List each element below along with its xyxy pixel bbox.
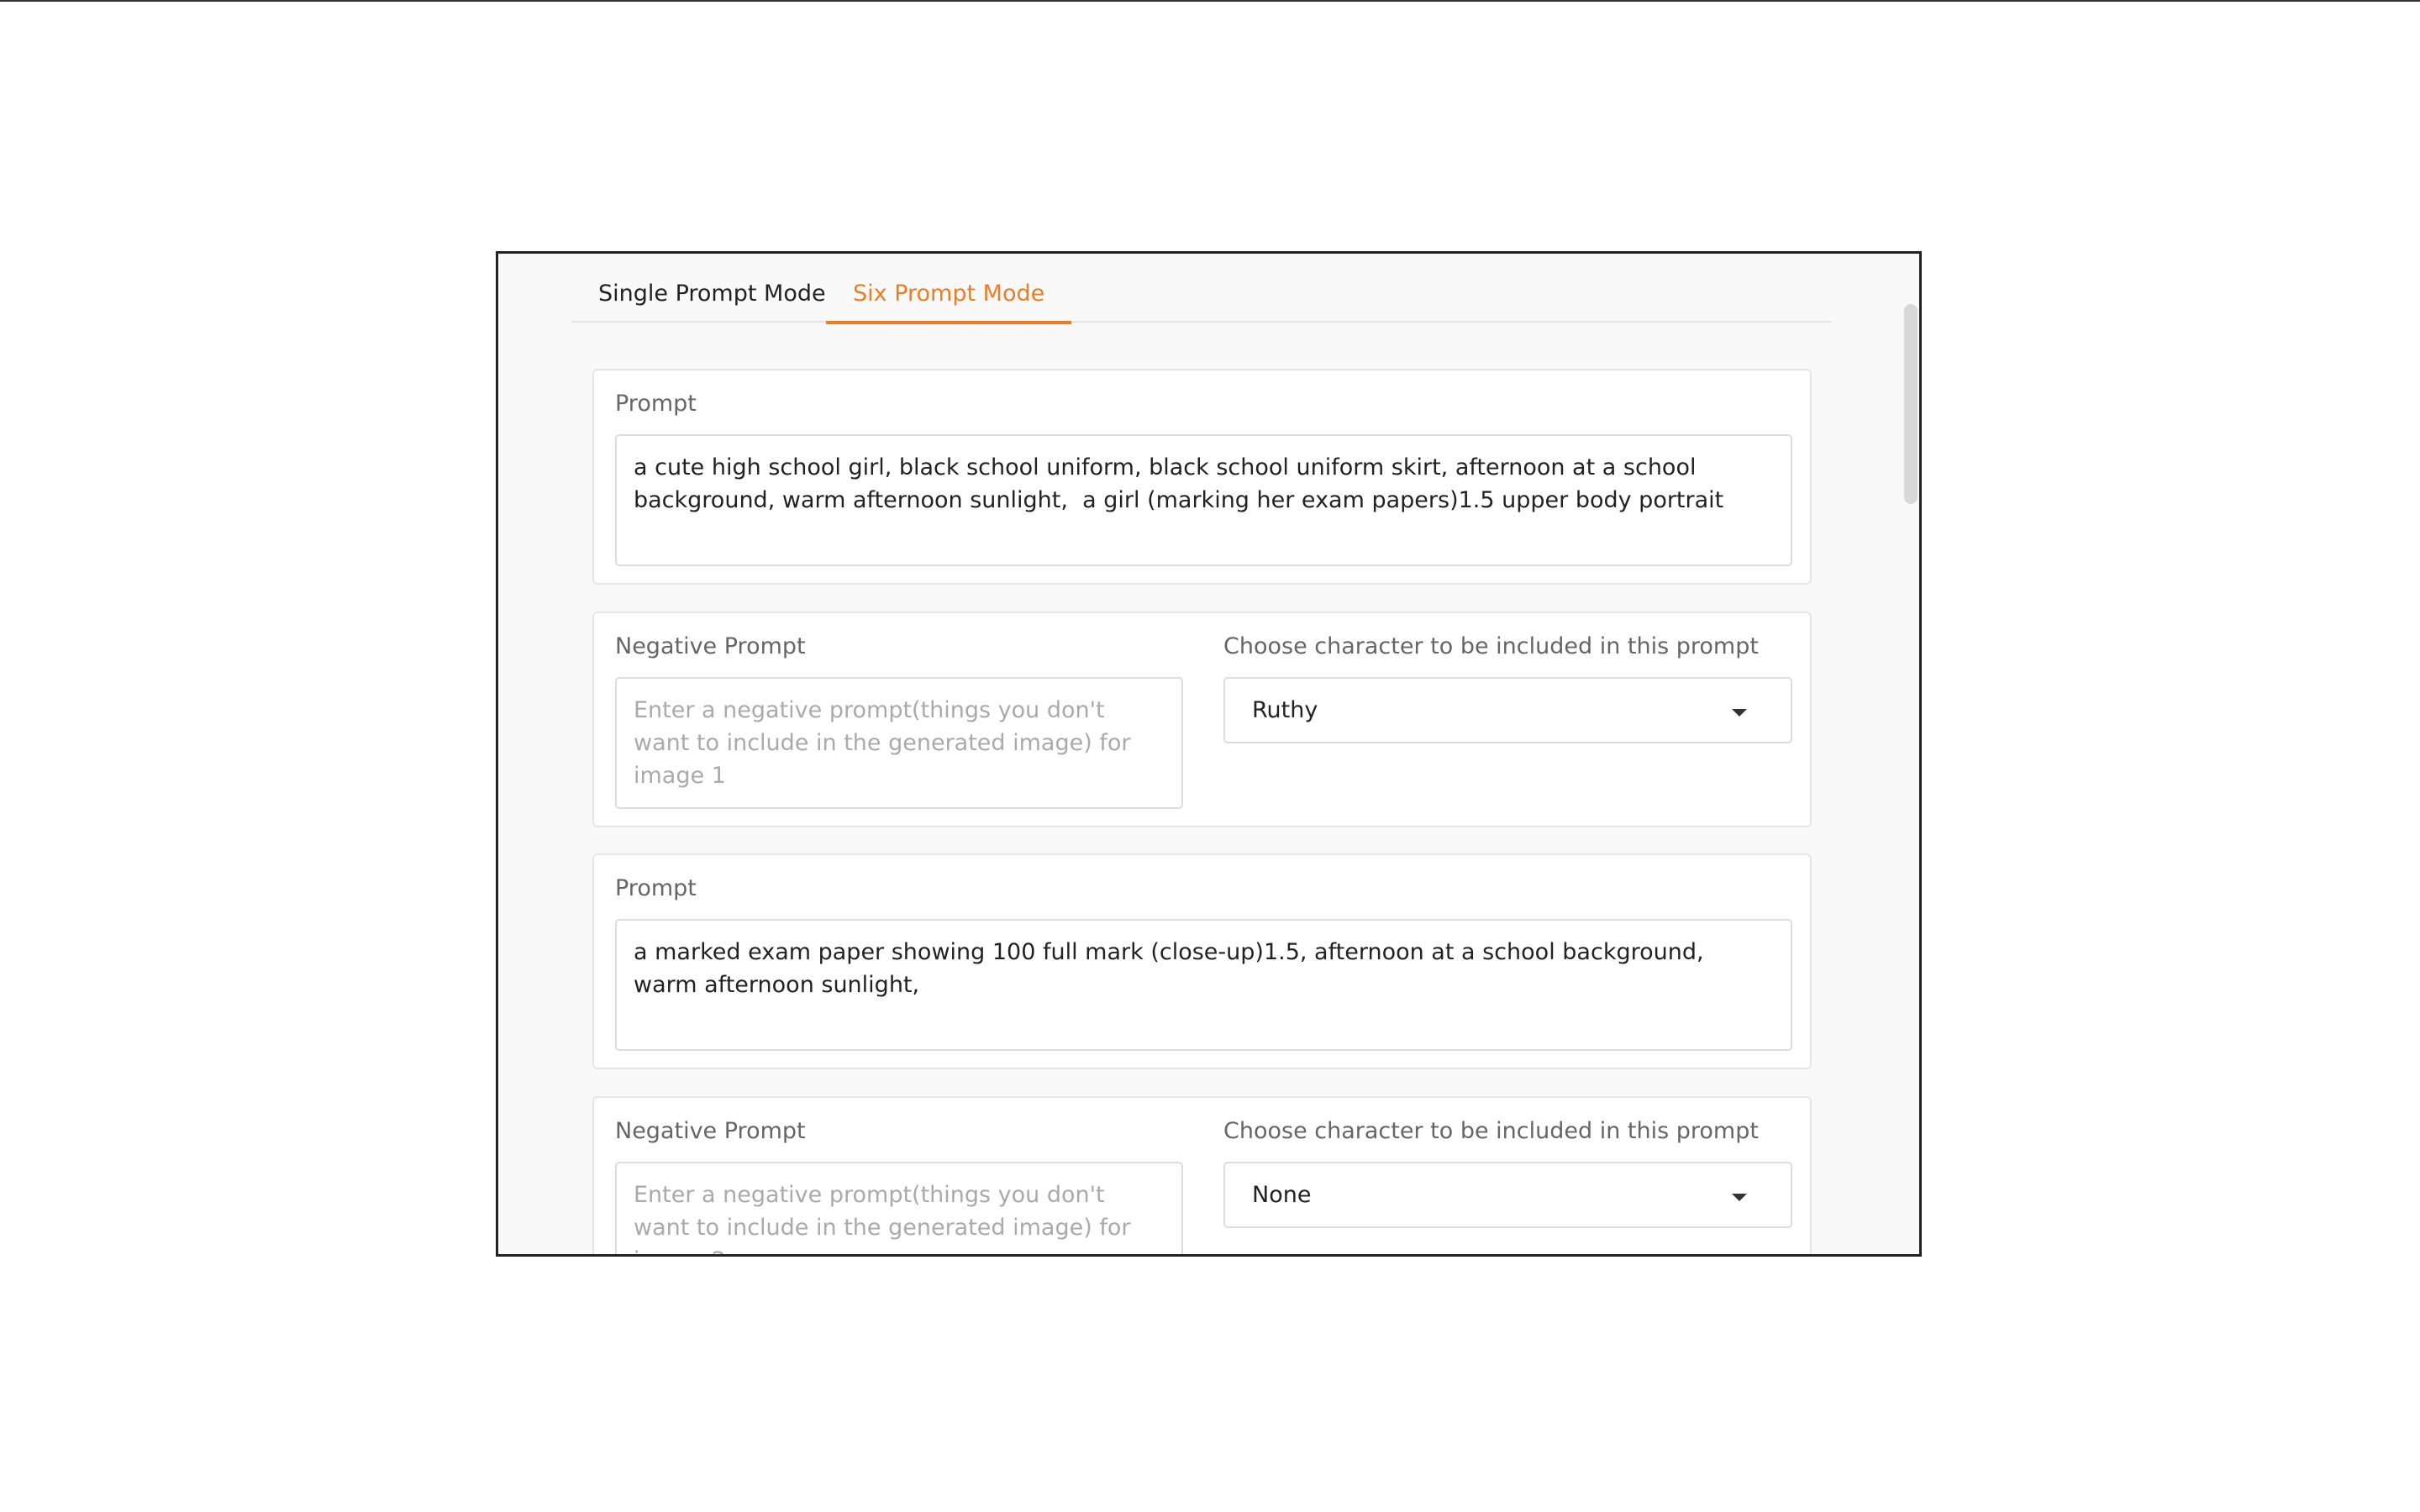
caret-down-icon bbox=[1732, 709, 1747, 717]
negative-prompt-label: Negative Prompt bbox=[615, 633, 806, 659]
caret-down-icon bbox=[1732, 1194, 1747, 1201]
prompt-panel-window: Single Prompt Mode Six Prompt Mode Promp… bbox=[496, 251, 1922, 1257]
prompt-card-2: Prompt a marked exam paper showing 100 f… bbox=[592, 853, 1812, 1069]
negative-prompt-label: Negative Prompt bbox=[615, 1118, 806, 1144]
character-label: Choose character to be included in this … bbox=[1223, 633, 1759, 659]
top-border-line bbox=[0, 0, 2420, 2]
negative-card-2: Negative Prompt Choose character to be i… bbox=[592, 1096, 1812, 1254]
character-select-value: None bbox=[1252, 1182, 1312, 1208]
negative-card-1: Negative Prompt Choose character to be i… bbox=[592, 612, 1812, 827]
prompt-card-1: Prompt a cute high school girl, black sc… bbox=[592, 369, 1812, 585]
character-select-1[interactable]: Ruthy bbox=[1223, 677, 1792, 743]
negative-prompt-input-1[interactable] bbox=[615, 677, 1183, 809]
prompt-label: Prompt bbox=[615, 875, 697, 901]
prompt-input-2[interactable]: a marked exam paper showing 100 full mar… bbox=[615, 919, 1792, 1051]
character-select-value: Ruthy bbox=[1252, 697, 1318, 723]
prompt-input-1[interactable]: a cute high school girl, black school un… bbox=[615, 434, 1792, 566]
negative-prompt-input-2[interactable] bbox=[615, 1162, 1183, 1254]
scrollbar-thumb[interactable] bbox=[1904, 304, 1918, 504]
character-label: Choose character to be included in this … bbox=[1223, 1118, 1759, 1144]
tab-six-prompt-mode[interactable]: Six Prompt Mode bbox=[826, 279, 1072, 324]
prompt-label: Prompt bbox=[615, 391, 697, 417]
character-select-2[interactable]: None bbox=[1223, 1162, 1792, 1228]
tab-single-prompt-mode[interactable]: Single Prompt Mode bbox=[571, 279, 853, 319]
mode-tabs: Single Prompt Mode Six Prompt Mode bbox=[571, 254, 1832, 324]
